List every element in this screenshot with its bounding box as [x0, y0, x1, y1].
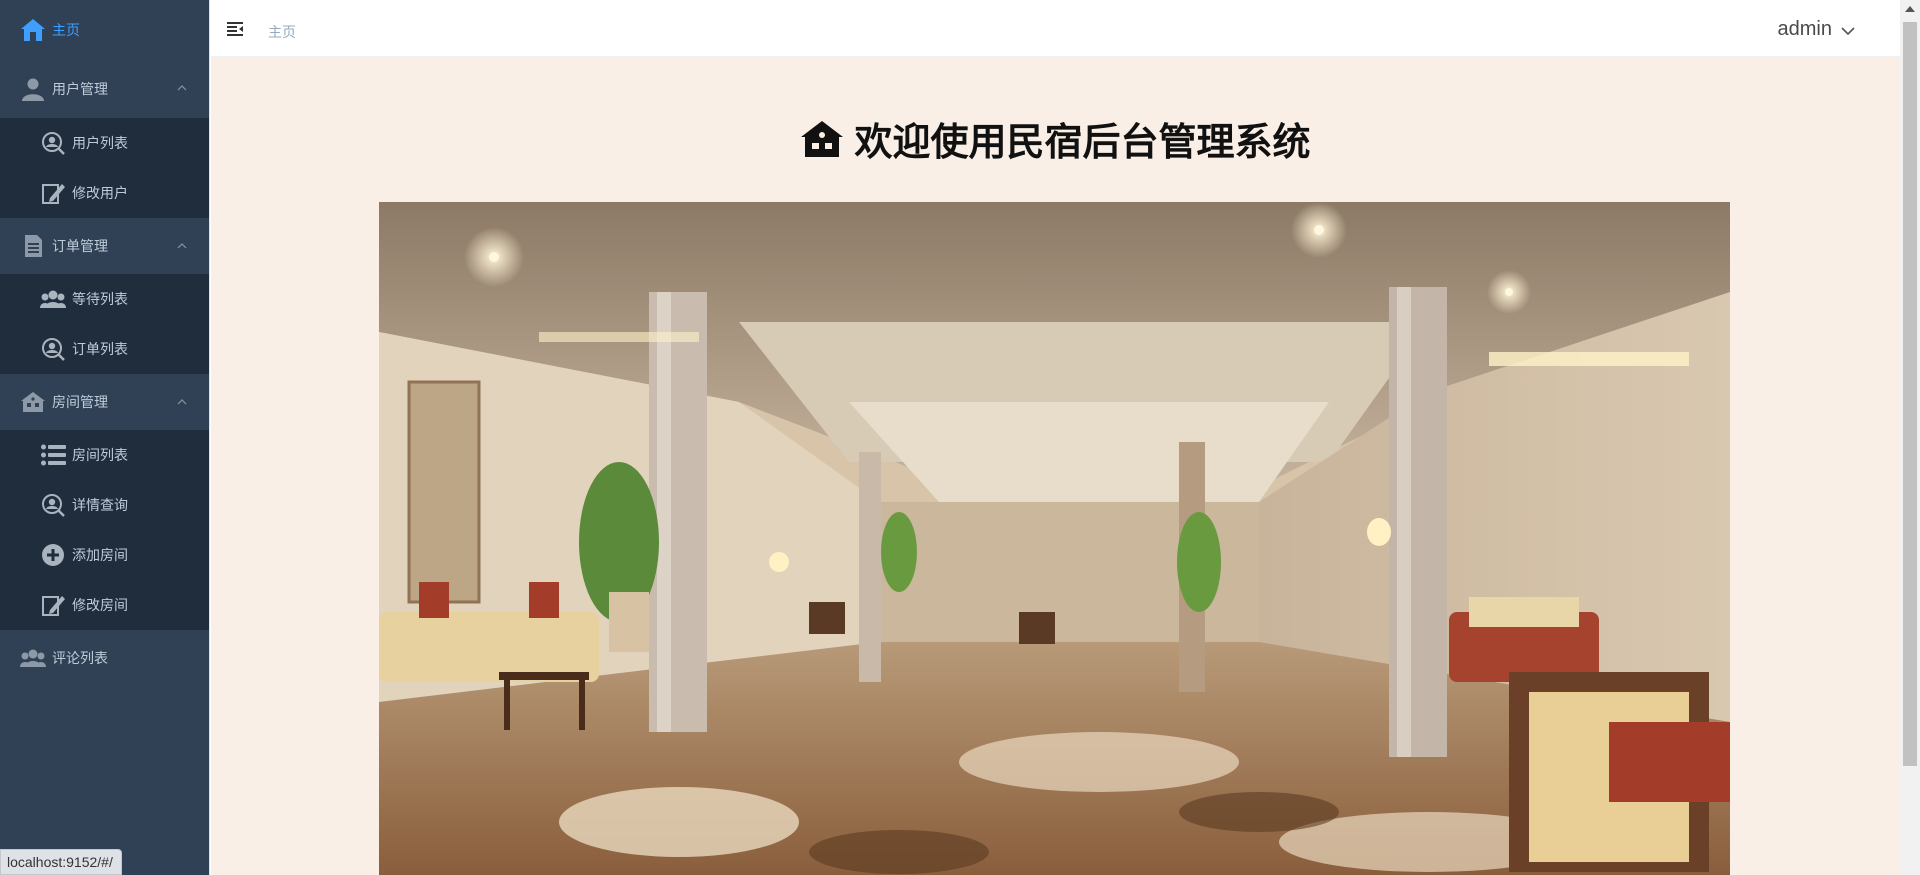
- sub-item-label: 等待列表: [72, 291, 128, 307]
- user-dropdown[interactable]: admin: [1778, 18, 1856, 41]
- submenu-user-management[interactable]: 用户管理: [0, 60, 209, 118]
- content-area: 欢迎使用民宿后台管理系统: [211, 57, 1900, 875]
- house-icon: [800, 119, 844, 159]
- navbar: 主页 admin: [211, 0, 1900, 57]
- sidebar-item-detail-query[interactable]: 详情查询: [0, 480, 209, 530]
- sidebar-item-edit-user[interactable]: 修改用户: [0, 168, 209, 218]
- hotel-lobby-image: [379, 202, 1730, 875]
- scrollbar[interactable]: [1900, 0, 1920, 875]
- submenu-room-management[interactable]: 房间管理: [0, 374, 209, 430]
- sidebar-item-label: 主页: [52, 22, 80, 38]
- sidebar-item-home[interactable]: 主页: [0, 0, 209, 60]
- sidebar-item-label: 评论列表: [52, 650, 108, 666]
- sidebar: 主页 用户管理 用户列表 修改用户 订单管理 等待列表 订单列表 房间管理 房间…: [0, 0, 210, 875]
- submenu-title-label: 房间管理: [52, 394, 108, 410]
- submenu-title-label: 订单管理: [52, 238, 108, 254]
- main-area: 主页 admin 欢迎使用民宿后台管理系统: [211, 0, 1900, 875]
- scrollbar-thumb[interactable]: [1903, 22, 1917, 766]
- chevron-down-icon: [1840, 22, 1856, 38]
- sidebar-item-add-room[interactable]: 添加房间: [0, 530, 209, 580]
- edit-icon: [40, 592, 66, 618]
- sidebar-item-waiting-list[interactable]: 等待列表: [0, 274, 209, 324]
- status-bar-url: localhost:9152/#/: [0, 849, 122, 875]
- sidebar-item-edit-room[interactable]: 修改房间: [0, 580, 209, 630]
- group-icon: [40, 286, 66, 312]
- sub-item-label: 订单列表: [72, 341, 128, 357]
- search-user-icon: [40, 492, 66, 518]
- sub-item-label: 修改房间: [72, 597, 128, 613]
- search-user-icon: [40, 336, 66, 362]
- submenu-order-management[interactable]: 订单管理: [0, 218, 209, 274]
- sidebar-item-room-list[interactable]: 房间列表: [0, 430, 209, 480]
- sub-item-label: 详情查询: [72, 497, 128, 513]
- search-user-icon: [40, 130, 66, 156]
- submenu-order-management-list: 等待列表 订单列表: [0, 274, 209, 374]
- username: admin: [1777, 18, 1832, 40]
- sub-item-label: 房间列表: [72, 447, 128, 463]
- home-icon: [20, 17, 46, 43]
- welcome-header: 欢迎使用民宿后台管理系统: [211, 111, 1900, 166]
- submenu-room-management-list: 房间列表 详情查询 添加房间 修改房间: [0, 430, 209, 630]
- user-icon: [20, 76, 46, 102]
- house-icon: [20, 389, 46, 415]
- sidebar-item-comments[interactable]: 评论列表: [0, 630, 209, 686]
- document-icon: [20, 233, 46, 259]
- sub-item-label: 用户列表: [72, 135, 128, 151]
- scroll-up-arrow-icon[interactable]: [1905, 6, 1915, 12]
- page-title: 欢迎使用民宿后台管理系统: [854, 120, 1311, 164]
- sub-item-label: 添加房间: [72, 547, 128, 563]
- edit-icon: [40, 180, 66, 206]
- sidebar-item-user-list[interactable]: 用户列表: [0, 118, 209, 168]
- submenu-user-management-list: 用户列表 修改用户: [0, 118, 209, 218]
- hamburger-icon[interactable]: [227, 22, 243, 36]
- group-icon: [20, 645, 46, 671]
- sub-item-label: 修改用户: [72, 185, 128, 201]
- chevron-up-icon: [177, 238, 187, 254]
- submenu-title-label: 用户管理: [52, 81, 108, 97]
- sidebar-item-order-list[interactable]: 订单列表: [0, 324, 209, 374]
- breadcrumb[interactable]: 主页: [268, 22, 296, 42]
- chevron-up-icon: [177, 394, 187, 410]
- list-icon: [40, 442, 66, 468]
- add-icon: [40, 542, 66, 568]
- chevron-up-icon: [177, 80, 187, 96]
